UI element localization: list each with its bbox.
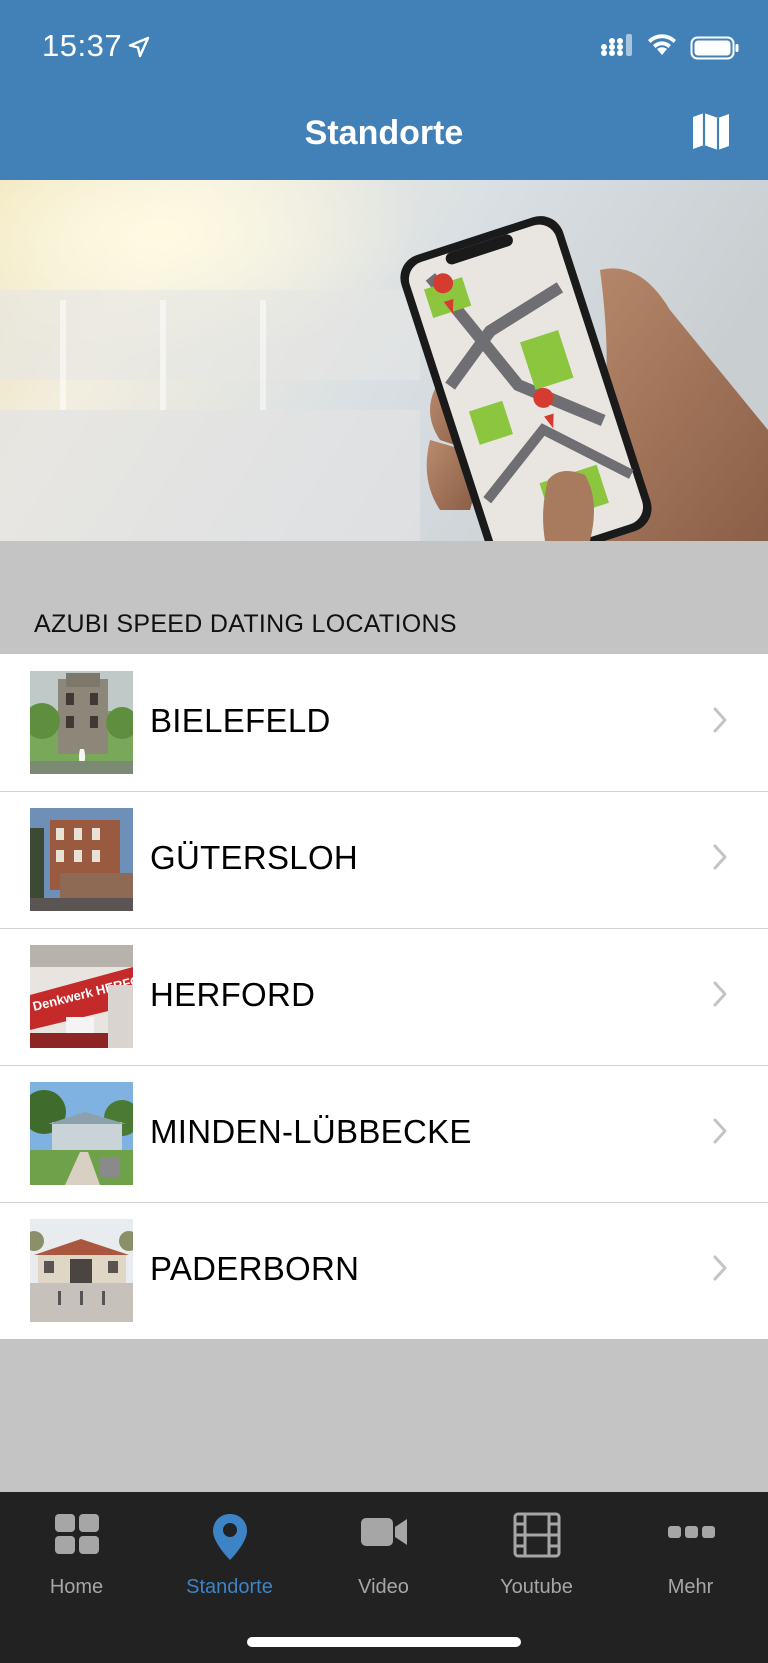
more-icon [667,1526,715,1538]
location-pin-icon [212,1514,247,1560]
tab-label: Youtube [500,1576,573,1598]
tab-youtube[interactable]: Youtube [460,1506,613,1606]
section-header: AZUBI SPEED DATING LOCATIONS [34,610,457,638]
signal-icon [601,34,632,56]
location-row-paderborn[interactable]: PADERBORN [0,1202,768,1339]
status-time: 15:37 [42,28,123,63]
location-row-herford[interactable]: Denkwerk HERFORD HERFORD [0,928,768,1065]
home-indicator[interactable] [247,1637,521,1647]
video-camera-icon [360,1518,407,1546]
location-thumbnail: Denkwerk HERFORD [30,945,133,1048]
chevron-right-icon [713,844,727,870]
tab-mehr[interactable]: Mehr [614,1506,767,1606]
location-name: GÜTERSLOH [150,839,359,876]
location-name: HERFORD [150,976,316,1013]
location-name: MINDEN-LÜBBECKE [150,1113,472,1150]
chevron-right-icon [713,707,727,733]
location-arrow-icon [128,36,150,58]
chevron-right-icon [713,1118,727,1144]
chevron-right-icon [713,1255,727,1281]
location-list: BIELEFELD GÜTERSLOH Denkwerk HERFORD HER… [0,654,768,1339]
location-row-minden-luebbecke[interactable]: MINDEN-LÜBBECKE [0,1065,768,1202]
tab-label: Video [358,1576,409,1598]
battery-icon [690,36,739,60]
map-icon[interactable] [690,110,732,152]
location-row-guetersloh[interactable]: GÜTERSLOH [0,791,768,928]
location-thumbnail [30,1219,133,1322]
tab-home[interactable]: Home [0,1506,153,1606]
location-name: PADERBORN [150,1250,360,1287]
tab-label: Home [49,1576,104,1598]
tab-standorte[interactable]: Standorte [153,1506,306,1606]
navigation-bar: Standorte [0,92,768,180]
location-thumbnail [30,1082,133,1185]
tab-label: Mehr [667,1576,714,1598]
wifi-icon [648,34,676,55]
chevron-right-icon [713,981,727,1007]
grid-icon [54,1514,99,1554]
film-icon [513,1512,560,1558]
hero-image [0,180,768,541]
page-title: Standorte [304,114,464,152]
location-thumbnail [30,808,133,911]
location-name: BIELEFELD [150,702,331,739]
location-row-bielefeld[interactable]: BIELEFELD [0,654,768,791]
tab-video[interactable]: Video [307,1506,460,1606]
location-thumbnail [30,671,133,774]
status-bar: 15:37 [0,0,768,92]
tab-label: Standorte [186,1576,273,1598]
